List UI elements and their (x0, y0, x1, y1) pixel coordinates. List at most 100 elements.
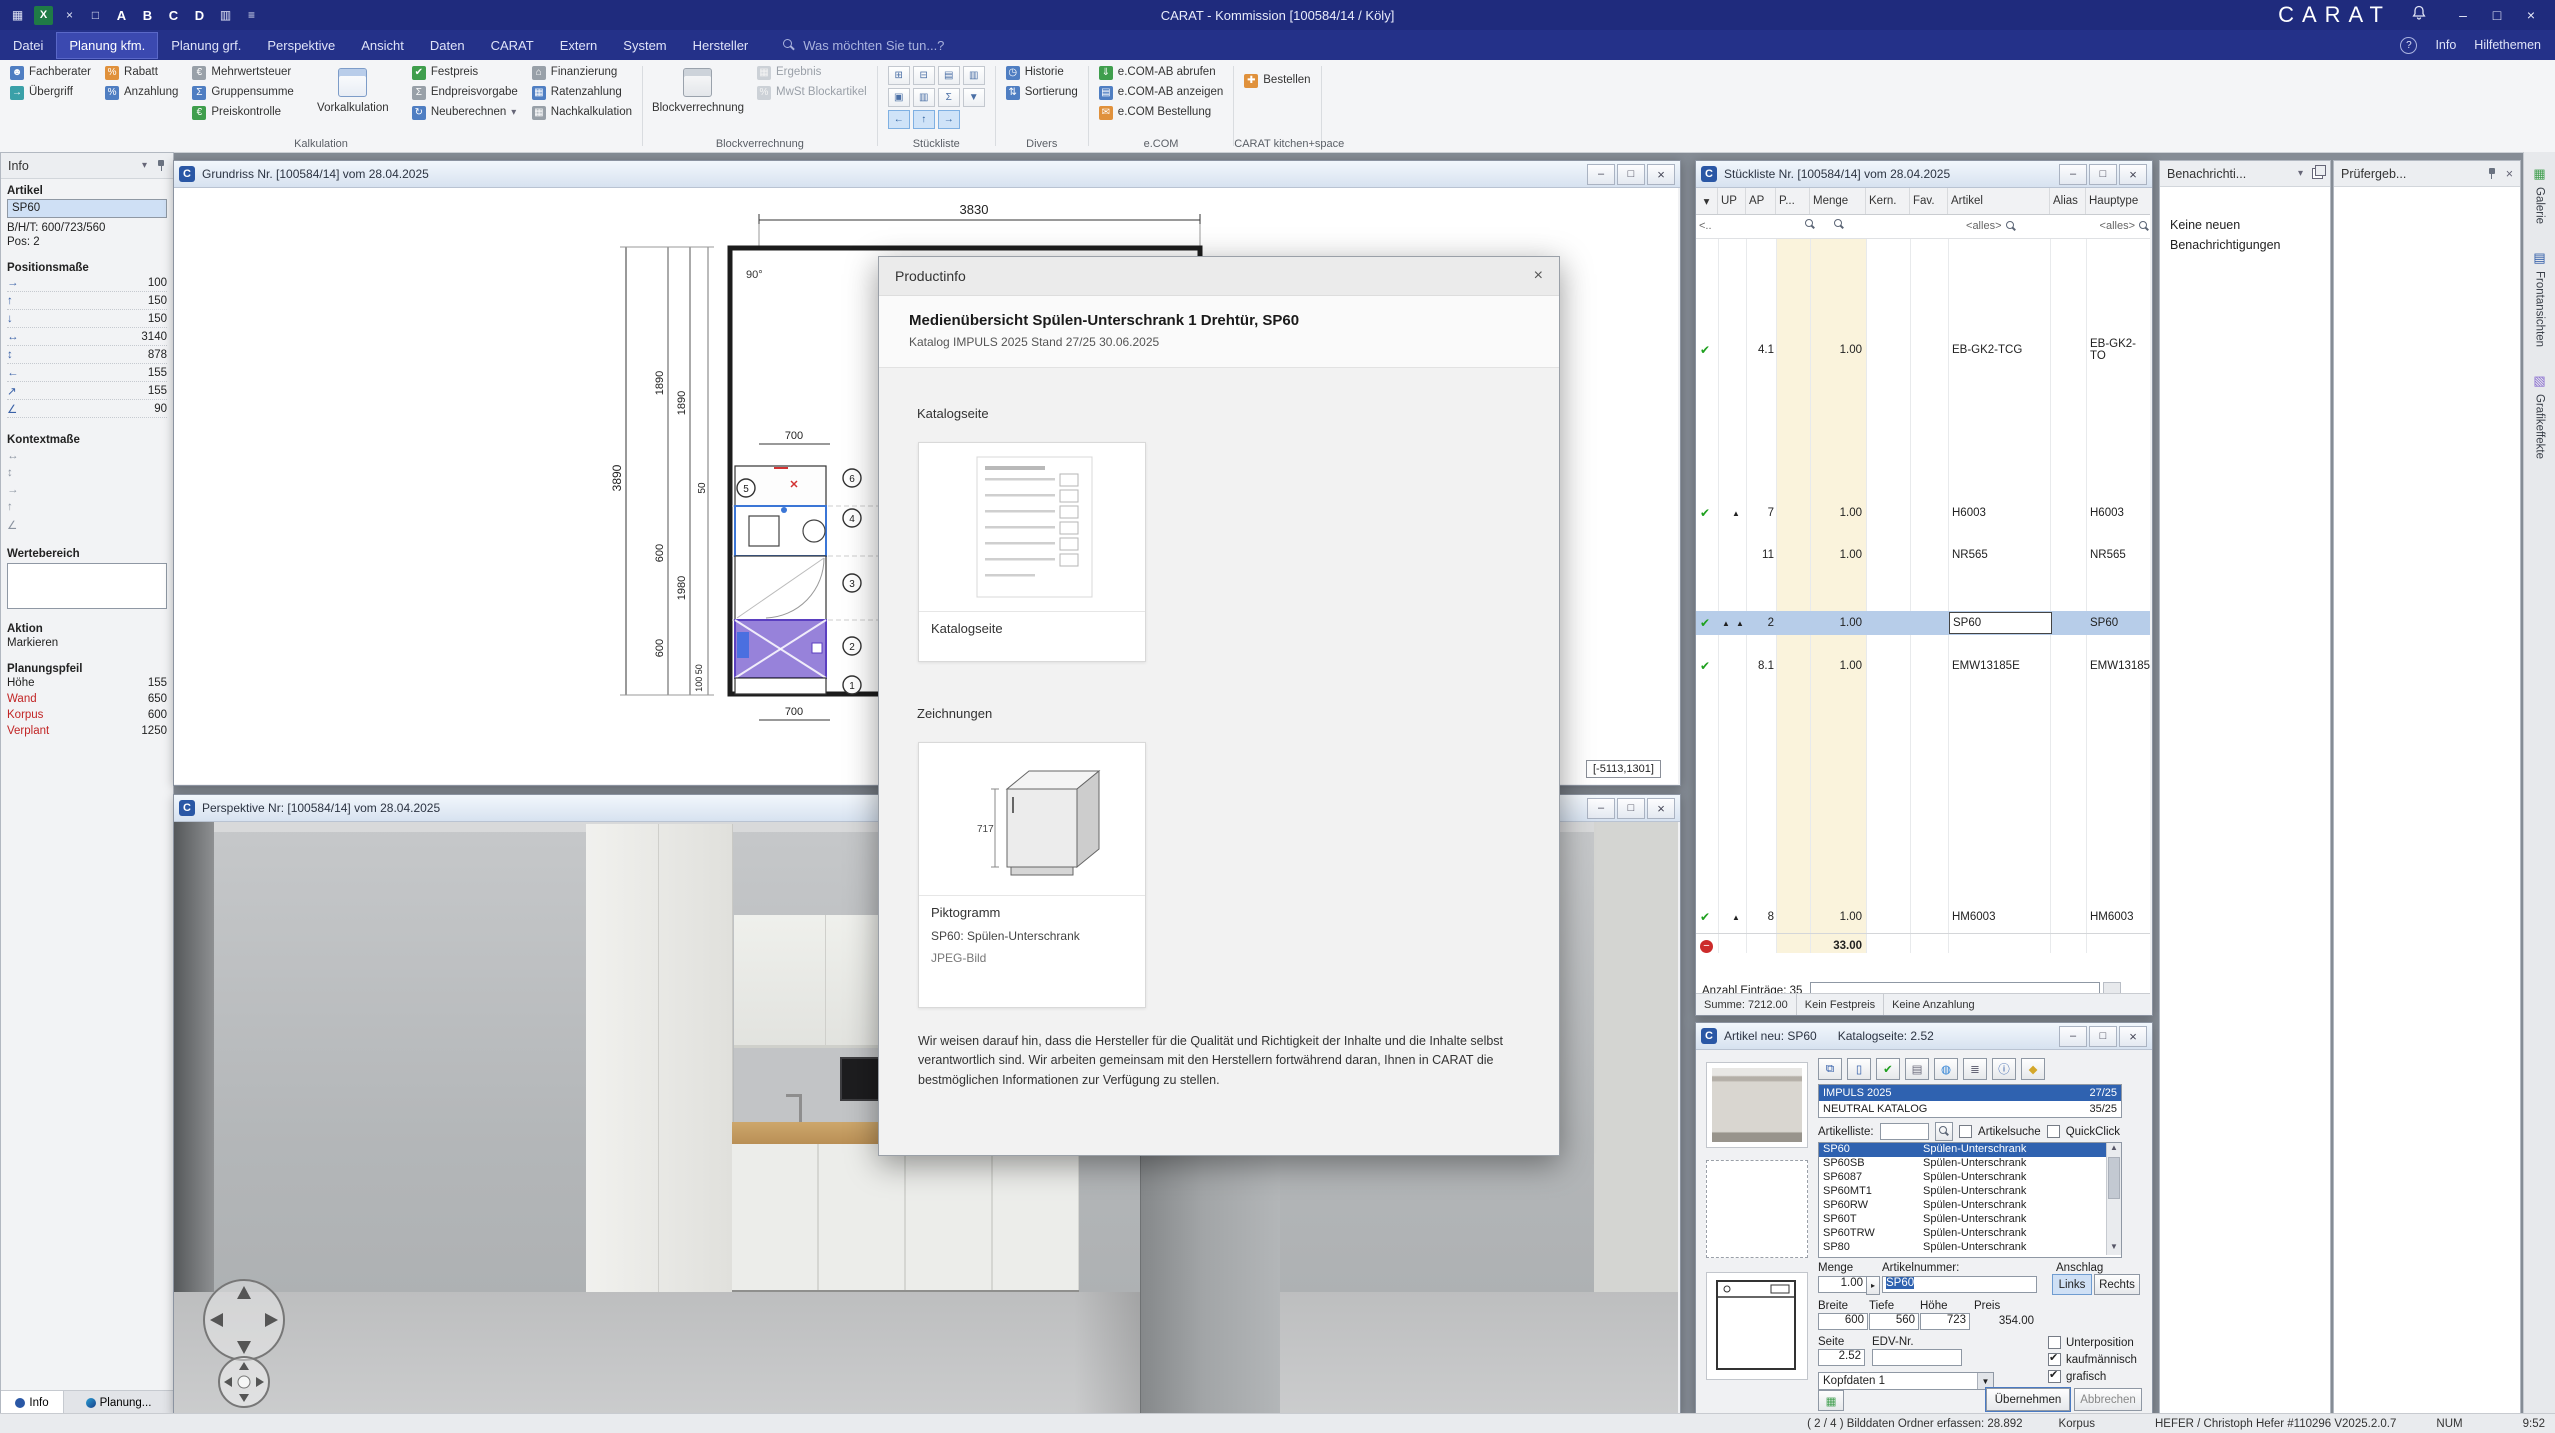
piktogramm-card[interactable]: 717 Piktogramm SP60: Spülen-Unterschrank… (918, 742, 1146, 1008)
minimize-icon[interactable]: – (2447, 4, 2479, 26)
minimize-icon[interactable] (1587, 164, 1615, 185)
search-icon[interactable] (1834, 219, 1845, 230)
article-row[interactable]: SP80Spülen-Unterschrank (1819, 1241, 2121, 1255)
globe-icon[interactable]: ◍ (1934, 1058, 1958, 1080)
context-up-icon[interactable]: ↑ (7, 501, 167, 513)
abbrechen-button[interactable]: Abbrechen (2074, 1388, 2142, 1411)
ecom-ab-abrufen-button[interactable]: ⇓e.COM-AB abrufen (1099, 66, 1223, 80)
help-icon[interactable]: ? (2400, 37, 2417, 54)
move-left-icon[interactable]: ← (888, 110, 910, 129)
positionsmasse-row[interactable]: ↔3140 (7, 328, 167, 346)
col-up[interactable]: UP (1718, 188, 1746, 214)
minimize-icon[interactable] (2059, 164, 2087, 185)
table-row[interactable]: 11 1.00 NR565 NR565 (1696, 543, 2150, 567)
rabatt-button[interactable]: %Rabatt (105, 66, 178, 80)
col-p[interactable]: P... (1776, 188, 1810, 214)
table-row[interactable]: ✔ 4.1 1.00 EB-GK2-TCG EB-GK2-TO (1696, 338, 2150, 362)
scroll-up-icon[interactable]: ▲ (2107, 1143, 2121, 1156)
uebernehmen-button[interactable]: Übernehmen (1986, 1388, 2070, 1411)
unterposition-option[interactable]: Unterposition (2048, 1336, 2134, 1349)
copy-icon[interactable]: ▤ (1905, 1058, 1929, 1080)
artikel-edit-cell[interactable]: SP60 (1949, 612, 2052, 634)
quick-letter-a[interactable]: A (112, 6, 131, 25)
list-add-icon[interactable]: ⊞ (888, 66, 910, 85)
move-right-icon[interactable]: → (938, 110, 960, 129)
seite-input[interactable]: 2.52 (1818, 1349, 1865, 1366)
chart-icon[interactable] (216, 6, 235, 25)
context-right-icon[interactable]: → (7, 484, 167, 496)
mehrwertsteuer-button[interactable]: €Mehrwertsteuer (192, 66, 293, 80)
context-vertical-icon[interactable]: ↕ (7, 467, 167, 479)
positionsmasse-row[interactable]: ↕878 (7, 346, 167, 364)
kaufmaennisch-option[interactable]: kaufmännisch (2048, 1353, 2137, 1366)
positionsmasse-row[interactable]: ∠90 (7, 400, 167, 418)
menu-extern[interactable]: Extern (547, 32, 611, 59)
list-remove-icon[interactable]: ⊟ (913, 66, 935, 85)
menu-planung-kfm[interactable]: Planung kfm. (56, 32, 158, 59)
article-row[interactable]: SP60MT1Spülen-Unterschrank (1819, 1185, 2121, 1199)
list-view-icon[interactable]: ▤ (938, 66, 960, 85)
menu-daten[interactable]: Daten (417, 32, 478, 59)
kaufmaennisch-checkbox[interactable] (2048, 1353, 2061, 1366)
catalog-list[interactable]: IMPULS 202527/25 NEUTRAL KATALOG35/25 (1818, 1084, 2122, 1118)
tab-frontansichten[interactable]: ▤ Frontansichten (2533, 250, 2545, 347)
edv-input[interactable] (1872, 1349, 1962, 1366)
list-grid-icon[interactable]: ▥ (963, 66, 985, 85)
artikel-input[interactable]: SP60 (7, 199, 167, 218)
col-artikel[interactable]: Artikel (1948, 188, 2050, 214)
list-sum-icon[interactable]: Σ (938, 88, 960, 107)
ergebnis-button[interactable]: ▦Ergebnis (757, 66, 867, 80)
search-button[interactable] (1935, 1122, 1953, 1141)
menge-input[interactable]: 1.00 (1818, 1276, 1867, 1293)
breite-input[interactable]: 600 (1818, 1313, 1868, 1330)
list-copy-icon[interactable]: ▣ (888, 88, 910, 107)
grundriss-titlebar[interactable]: C Grundriss Nr. [100584/14] vom 28.04.20… (174, 161, 1680, 188)
article-list[interactable]: SP60Spülen-Unterschrank SP60SBSpülen-Unt… (1818, 1142, 2122, 1258)
mwst-blockartikel-button[interactable]: %MwSt Blockartikel (757, 86, 867, 100)
menu-info[interactable]: Info (2435, 38, 2456, 52)
excel-export-icon[interactable]: X (34, 6, 53, 25)
expand-triangle-icon[interactable]: ▲ (1736, 611, 1744, 635)
list-filter-icon[interactable]: ▼ (963, 88, 985, 107)
context-angle-icon[interactable]: ∠ (7, 518, 167, 532)
list-columns-icon[interactable]: ▥ (913, 88, 935, 107)
col-ap[interactable]: AP (1746, 188, 1776, 214)
expand-triangle-icon[interactable]: ▲ (1732, 501, 1740, 525)
quick-letter-c[interactable]: C (164, 6, 183, 25)
ratenzahlung-button[interactable]: ▦Ratenzahlung (532, 86, 632, 100)
pruefergebnis-header[interactable]: Prüfergeb... × (2334, 161, 2520, 187)
ecom-ab-anzeigen-button[interactable]: ▤e.COM-AB anzeigen (1099, 86, 1223, 100)
positionsmasse-row[interactable]: →100 (7, 274, 167, 292)
col-menge[interactable]: Menge (1810, 188, 1866, 214)
tab-planung[interactable]: Planung... (64, 1391, 173, 1414)
maximize-icon[interactable] (1617, 164, 1645, 185)
artikelsuche-checkbox[interactable] (1959, 1125, 1972, 1138)
expand-triangle-icon[interactable]: ▲ (1722, 611, 1730, 635)
menu-hersteller[interactable]: Hersteller (680, 32, 762, 59)
close-icon[interactable] (1647, 798, 1675, 819)
window-icon[interactable] (86, 6, 105, 25)
fachberater-button[interactable]: ☻Fachberater (10, 66, 91, 80)
hoehe-input[interactable]: 723 (1920, 1313, 1970, 1330)
anschlag-rechts-button[interactable]: Rechts (2094, 1274, 2140, 1295)
empty-preview-box[interactable] (1706, 1160, 1808, 1258)
article-row[interactable]: SP60TRWSpülen-Unterschrank (1819, 1227, 2121, 1241)
catalog-row[interactable]: NEUTRAL KATALOG35/25 (1819, 1101, 2121, 1117)
quick-letter-d[interactable]: D (190, 6, 209, 25)
nachkalkulation-button[interactable]: ▦Nachkalkulation (532, 106, 632, 120)
menu-perspektive[interactable]: Perspektive (254, 32, 348, 59)
pin-icon[interactable] (2487, 167, 2497, 180)
endpreisvorgabe-button[interactable]: ΣEndpreisvorgabe (412, 86, 518, 100)
quickclick-checkbox[interactable] (2047, 1125, 2060, 1138)
table-row-selected[interactable]: ✔ ▲ ▲ 2 1.00 SP60 SP60 (1696, 611, 2150, 635)
article-row[interactable]: SP60TSpülen-Unterschrank (1819, 1213, 2121, 1227)
menge-spinner[interactable]: ▸ (1866, 1276, 1880, 1295)
confirm-icon[interactable]: ✔ (1876, 1058, 1900, 1080)
scroll-thumb[interactable] (2108, 1157, 2120, 1199)
close-icon[interactable]: × (1534, 267, 1543, 285)
neuberechnen-button[interactable]: ↻Neuberechnen▾ (412, 106, 518, 120)
wertebereich-box[interactable] (7, 563, 167, 609)
move-up-icon[interactable]: ↑ (913, 110, 935, 129)
minimize-icon[interactable] (1587, 798, 1615, 819)
catalog-row-selected[interactable]: IMPULS 202527/25 (1819, 1085, 2121, 1101)
